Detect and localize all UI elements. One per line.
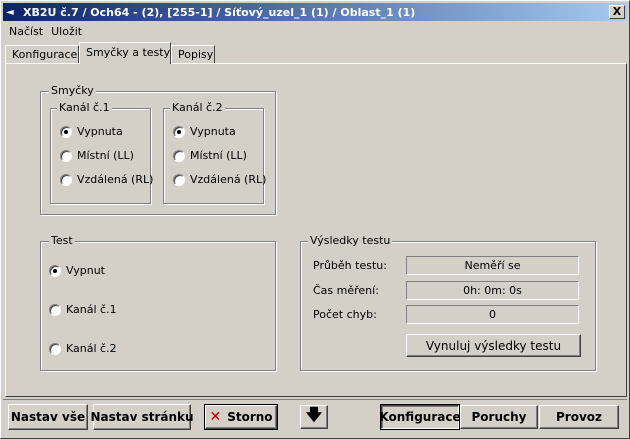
- menu-load[interactable]: Načíst: [5, 23, 47, 41]
- radio-button: [49, 303, 61, 316]
- test-channel2-radio[interactable]: Kanál č.2: [49, 342, 117, 355]
- test-group-title: Test: [49, 234, 75, 247]
- progress-label: Průběh testu:: [313, 259, 387, 272]
- bottom-toolbar: Nastav vše Nastav stránku ✕ Storno 🡇 Kon…: [3, 399, 627, 437]
- radio-button: [173, 173, 185, 186]
- test-off-radio[interactable]: Vypnut: [49, 264, 105, 277]
- down-arrow-button[interactable]: 🡇: [300, 405, 328, 429]
- test-group: Test Vypnut Kanál č.1 Kanál č.2: [40, 234, 276, 371]
- reset-results-button[interactable]: Vynuluj výsledky testu: [406, 334, 581, 357]
- radio-button: [49, 342, 61, 355]
- channel1-group: Kanál č.1 Vypnuta Místní (LL) Vzdálená (…: [50, 101, 153, 204]
- channel2-off-radio[interactable]: Vypnuta: [173, 125, 236, 138]
- loops-group: Smyčky Kanál č.1 Vypnuta Místní (LL) Vzd…: [40, 84, 276, 215]
- arrow-down-icon: 🡇: [305, 404, 323, 424]
- tab-panel: Smyčky Kanál č.1 Vypnuta Místní (LL) Vzd…: [5, 63, 627, 397]
- radio-button: [60, 149, 72, 162]
- title-bar: ◄ XB2U č.7 / Och64 - (2), [255-1] / Síťo…: [3, 3, 627, 21]
- results-group: Výsledky testu Průběh testu: Neměří se Č…: [300, 234, 596, 371]
- tab-loops-tests[interactable]: Smyčky a testy: [79, 42, 171, 64]
- radio-label: Vypnuta: [190, 125, 236, 138]
- radio-label: Místní (LL): [77, 149, 134, 162]
- channel2-local-radio[interactable]: Místní (LL): [173, 149, 247, 162]
- time-label: Čas měření:: [313, 284, 379, 297]
- window: ◄ XB2U č.7 / Och64 - (2), [255-1] / Síťo…: [0, 0, 630, 439]
- cross-icon: ✕: [209, 409, 222, 425]
- radio-label: Vypnut: [66, 264, 105, 277]
- menu-save[interactable]: Uložit: [47, 23, 86, 41]
- set-page-button[interactable]: Nastav stránku: [90, 404, 194, 430]
- radio-button: [60, 125, 72, 138]
- cancel-button[interactable]: ✕ Storno: [204, 404, 278, 430]
- tab-configuration[interactable]: Konfigurace: [5, 45, 79, 64]
- tab-descriptions[interactable]: Popisy: [171, 45, 215, 64]
- channel1-remote-radio[interactable]: Vzdálená (RL): [60, 173, 153, 186]
- window-title: XB2U č.7 / Och64 - (2), [255-1] / Síťový…: [23, 5, 416, 19]
- errors-label: Počet chyb:: [313, 308, 377, 321]
- radio-label: Vzdálená (RL): [190, 173, 267, 186]
- channel2-group: Kanál č.2 Vypnuta Místní (LL) Vzdálená (…: [163, 101, 266, 204]
- app-icon: ◄: [6, 6, 14, 18]
- radio-button: [173, 149, 185, 162]
- menu-bar: Načíst Uložit: [5, 23, 86, 41]
- channel2-remote-radio[interactable]: Vzdálená (RL): [173, 173, 266, 186]
- configuration-button[interactable]: Konfigurace: [379, 404, 461, 430]
- radio-button: [49, 264, 61, 277]
- loops-group-title: Smyčky: [49, 84, 96, 97]
- radio-label: Kanál č.1: [66, 303, 117, 316]
- channel1-off-radio[interactable]: Vypnuta: [60, 125, 123, 138]
- radio-label: Místní (LL): [190, 149, 247, 162]
- time-value: 0h: 0m: 0s: [406, 281, 579, 300]
- operation-button[interactable]: Provoz: [539, 405, 619, 429]
- radio-label: Vypnuta: [77, 125, 123, 138]
- channel2-title: Kanál č.2: [170, 101, 225, 114]
- progress-value: Neměří se: [406, 256, 579, 275]
- set-all-button[interactable]: Nastav vše: [8, 404, 88, 430]
- close-button[interactable]: X: [609, 5, 625, 19]
- test-channel1-radio[interactable]: Kanál č.1: [49, 303, 117, 316]
- cancel-label: Storno: [227, 410, 273, 424]
- errors-value: 0: [406, 305, 579, 324]
- faults-button[interactable]: Poruchy: [460, 405, 538, 429]
- radio-button: [173, 125, 185, 138]
- channel1-local-radio[interactable]: Místní (LL): [60, 149, 134, 162]
- radio-label: Vzdálená (RL): [77, 173, 154, 186]
- radio-button: [60, 173, 72, 186]
- radio-label: Kanál č.2: [66, 342, 117, 355]
- results-group-title: Výsledky testu: [308, 234, 393, 247]
- channel1-title: Kanál č.1: [57, 101, 112, 114]
